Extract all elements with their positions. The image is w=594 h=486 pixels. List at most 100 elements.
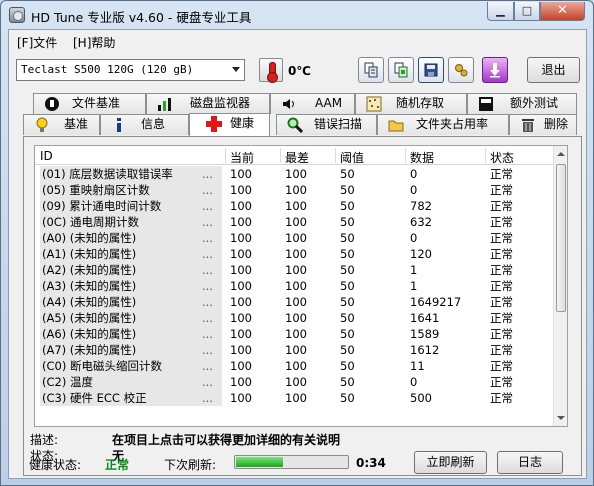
download-button[interactable] <box>482 57 508 83</box>
table-row[interactable]: (01) 底层数据读取错误率 100 100 50 0 正常... <box>35 166 555 182</box>
tab-error-scan[interactable]: 错误扫描 <box>276 114 377 135</box>
table-row[interactable]: (A5) (未知的属性) 100 100 50 1641 正常... <box>35 310 555 326</box>
cell-id: (A3) (未知的属性) <box>40 278 222 294</box>
cell-status: 正常 <box>490 343 513 357</box>
menu-help[interactable]: [H]帮助 <box>73 34 115 51</box>
tab-info[interactable]: 信息 <box>100 114 189 135</box>
tab-benchmark[interactable]: 基准 <box>23 114 100 135</box>
tab-erase[interactable]: 删除 <box>509 114 577 135</box>
cell-worst: 100 <box>285 215 307 229</box>
cell-worst: 100 <box>285 263 307 277</box>
cell-current: 100 <box>230 231 252 245</box>
cell-id: (05) 重映射扇区计数 <box>40 182 222 198</box>
column-header-threshold[interactable]: 阈值 <box>340 149 364 166</box>
scroll-up-icon[interactable] <box>557 152 565 156</box>
table-row[interactable]: (A3) (未知的属性) 100 100 50 1 正常... <box>35 278 555 294</box>
table-row[interactable]: (A4) (未知的属性) 100 100 50 1649217 正常... <box>35 294 555 310</box>
client-area: [F]文件 [H]帮助 Teclast S500 120G (120 gB) 0… <box>8 29 587 479</box>
table-row[interactable]: (09) 累计通电时间计数 100 100 50 782 正常... <box>35 198 555 214</box>
scroll-thumb[interactable] <box>556 164 566 312</box>
table-row[interactable]: (0C) 通电周期计数 100 100 50 632 正常... <box>35 214 555 230</box>
health-cross-icon <box>206 116 222 132</box>
column-header-current[interactable]: 当前 <box>230 149 254 166</box>
table-row[interactable]: (C3) 硬件 ECC 校正 100 100 50 500 正常... <box>35 390 555 406</box>
table-row[interactable]: (A2) (未知的属性) 100 100 50 1 正常... <box>35 262 555 278</box>
temperature-readout: 0℃ <box>288 64 311 78</box>
cell-threshold: 50 <box>340 311 355 325</box>
scroll-down-icon[interactable] <box>557 416 565 420</box>
cell-status: 正常 <box>490 231 513 245</box>
cell-status: 正常 <box>490 375 513 389</box>
cell-current: 100 <box>230 343 252 357</box>
cell-data: 1641 <box>410 311 440 325</box>
table-scrollbar[interactable] <box>553 146 567 426</box>
health-status-value: 正常 <box>105 458 130 472</box>
cell-worst: 100 <box>285 391 307 405</box>
cell-status: 正常 <box>490 279 513 293</box>
tab-folder-usage[interactable]: 文件夹占用率 <box>377 114 509 135</box>
tab-health[interactable]: 健康 <box>189 113 270 136</box>
column-header-data[interactable]: 数据 <box>410 149 434 166</box>
drive-select-value: Teclast S500 120G (120 gB) <box>21 63 194 76</box>
minimize-button[interactable]: ▁ <box>487 2 514 21</box>
cell-data: 500 <box>410 391 432 405</box>
copy-text-button[interactable] <box>358 57 384 83</box>
cell-status: 正常 <box>490 311 513 325</box>
health-status-label: 健康状态: <box>29 458 82 472</box>
tab-file-benchmark[interactable]: 文件基准 <box>33 93 146 114</box>
table-row[interactable]: (A0) (未知的属性) 100 100 50 0 正常... <box>35 230 555 246</box>
cell-id: (09) 累计通电时间计数 <box>40 198 222 214</box>
tab-aam[interactable]: AAM <box>270 93 355 114</box>
cell-worst: 100 <box>285 311 307 325</box>
exit-button[interactable]: 退出 <box>527 57 580 83</box>
tab-random-access[interactable]: 随机存取 <box>355 93 467 114</box>
cell-worst: 100 <box>285 183 307 197</box>
cell-id: (C0) 断电磁头缩回计数 <box>40 358 222 374</box>
table-row[interactable]: (A7) (未知的属性) 100 100 50 1612 正常... <box>35 342 555 358</box>
cell-threshold: 50 <box>340 183 355 197</box>
column-header-worst[interactable]: 最差 <box>285 149 309 166</box>
ellipsis: ... <box>202 183 213 197</box>
tab-extra-tests[interactable]: 额外测试 <box>467 93 577 114</box>
menu-file[interactable]: [F]文件 <box>17 34 57 51</box>
cell-data: 632 <box>410 215 432 229</box>
tab-disk-monitor[interactable]: 磁盘监视器 <box>146 93 270 114</box>
smart-table[interactable]: ID 当前 最差 阈值 数据 状态 (01) 底层数据读取错误率 100 100 50… <box>34 145 568 427</box>
random-access-icon <box>366 96 382 112</box>
ellipsis: ... <box>202 279 213 293</box>
cell-id: (A2) (未知的属性) <box>40 262 222 278</box>
table-row[interactable]: (05) 重映射扇区计数 100 100 50 0 正常... <box>35 182 555 198</box>
options-button[interactable] <box>448 57 474 83</box>
cell-threshold: 50 <box>340 215 355 229</box>
ellipsis: ... <box>202 375 213 389</box>
toolbar: Teclast S500 120G (120 gB) 0℃ 退出 <box>9 54 586 90</box>
cell-current: 100 <box>230 359 252 373</box>
table-row[interactable]: (A6) (未知的属性) 100 100 50 1589 正常... <box>35 326 555 342</box>
column-header-status[interactable]: 状态 <box>490 149 514 166</box>
close-button[interactable]: ✕ <box>540 2 585 21</box>
title-bar[interactable]: HD Tune 专业版 v4.60 - 硬盘专业工具 ▁ □ ✕ <box>1 1 593 29</box>
maximize-button[interactable]: □ <box>514 2 540 21</box>
copy-screenshot-button[interactable] <box>388 57 414 83</box>
refresh-countdown: 0:34 <box>356 456 386 470</box>
disk-monitor-icon <box>158 98 171 111</box>
cell-status: 正常 <box>490 391 513 405</box>
column-header-id[interactable]: ID <box>40 149 53 163</box>
cell-data: 0 <box>410 183 418 197</box>
cell-status: 正常 <box>490 327 513 341</box>
drive-select[interactable]: Teclast S500 120G (120 gB) <box>16 59 245 81</box>
cell-threshold: 50 <box>340 247 355 261</box>
save-button[interactable] <box>418 57 444 83</box>
table-row[interactable]: (C2) 温度 100 100 50 0 正常... <box>35 374 555 390</box>
download-icon <box>490 63 500 78</box>
cell-worst: 100 <box>285 199 307 213</box>
table-row[interactable]: (A1) (未知的属性) 100 100 50 120 正常... <box>35 246 555 262</box>
chevron-down-icon <box>232 67 240 72</box>
magnifier-icon <box>287 117 303 133</box>
refresh-now-button[interactable]: 立即刷新 <box>414 451 487 474</box>
cell-current: 100 <box>230 375 252 389</box>
table-row[interactable]: (C0) 断电磁头缩回计数 100 100 50 11 正常... <box>35 358 555 374</box>
cell-threshold: 50 <box>340 359 355 373</box>
cell-data: 0 <box>410 231 418 245</box>
log-button[interactable]: 日志 <box>497 451 563 474</box>
